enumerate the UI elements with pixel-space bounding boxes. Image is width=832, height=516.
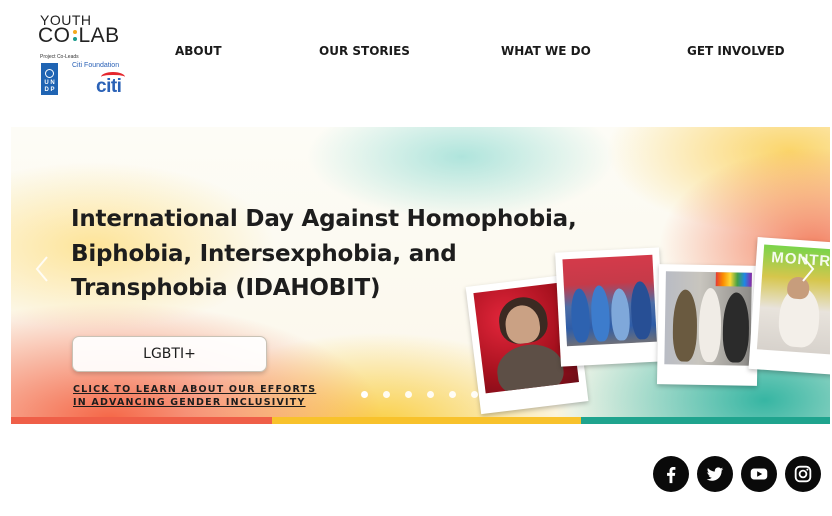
nav-our-stories[interactable]: OUR STORIES [319, 44, 410, 58]
chevron-left-icon [35, 256, 48, 282]
project-co-leads-label: Project Co-Leads [40, 54, 79, 60]
instagram-link[interactable] [785, 456, 821, 492]
citi-logo: citi [96, 76, 122, 97]
slide-pagination [361, 391, 478, 398]
twitter-icon [706, 467, 724, 481]
logo-colon-dots [71, 25, 79, 43]
photo-image [664, 271, 752, 366]
un-emblem-icon [45, 69, 54, 78]
nav-what-we-do[interactable]: WHAT WE DO [501, 44, 591, 58]
youtube-icon [750, 468, 768, 480]
hero-title: International Day Against Homophobia, Bi… [71, 206, 577, 301]
slide-dot[interactable] [383, 391, 390, 398]
hero-slideshow: MONTR International Day Against Homophob… [11, 127, 830, 424]
photo-polaroid: MONTR [748, 237, 830, 375]
slide-dot[interactable] [361, 391, 368, 398]
slide-dot[interactable] [405, 391, 412, 398]
citi-foundation-label: Citi Foundation [72, 62, 120, 69]
slide-next-arrow[interactable] [801, 255, 815, 283]
instagram-icon [794, 465, 812, 483]
twitter-link[interactable] [697, 456, 733, 492]
slide-dot[interactable] [471, 391, 478, 398]
photo-image: MONTR [756, 244, 830, 355]
lgbti-tag-button[interactable]: LGBTI+ [72, 336, 267, 372]
nav-about[interactable]: ABOUT [175, 44, 222, 58]
photo-polaroid [656, 264, 760, 386]
slide-dot[interactable] [449, 391, 456, 398]
color-bar-yellow [272, 417, 581, 424]
learn-more-link[interactable]: CLICK TO LEARN ABOUT OUR EFFORTS IN ADVA… [73, 383, 316, 409]
logo-colab-text: CO LAB [38, 24, 120, 47]
color-bar-teal [581, 417, 830, 424]
youth-colab-logo[interactable]: YOUTH CO LAB Project Co-Leads U N D P Cit… [38, 12, 138, 102]
nav-get-involved[interactable]: GET INVOLVED [687, 44, 785, 58]
undp-logo: U N D P [41, 63, 58, 95]
slide-prev-arrow[interactable] [35, 255, 49, 283]
youtube-link[interactable] [741, 456, 777, 492]
slide-dot[interactable] [427, 391, 434, 398]
color-bar-red [11, 417, 272, 424]
facebook-link[interactable] [653, 456, 689, 492]
chevron-right-icon [802, 256, 815, 282]
facebook-icon [667, 466, 676, 484]
